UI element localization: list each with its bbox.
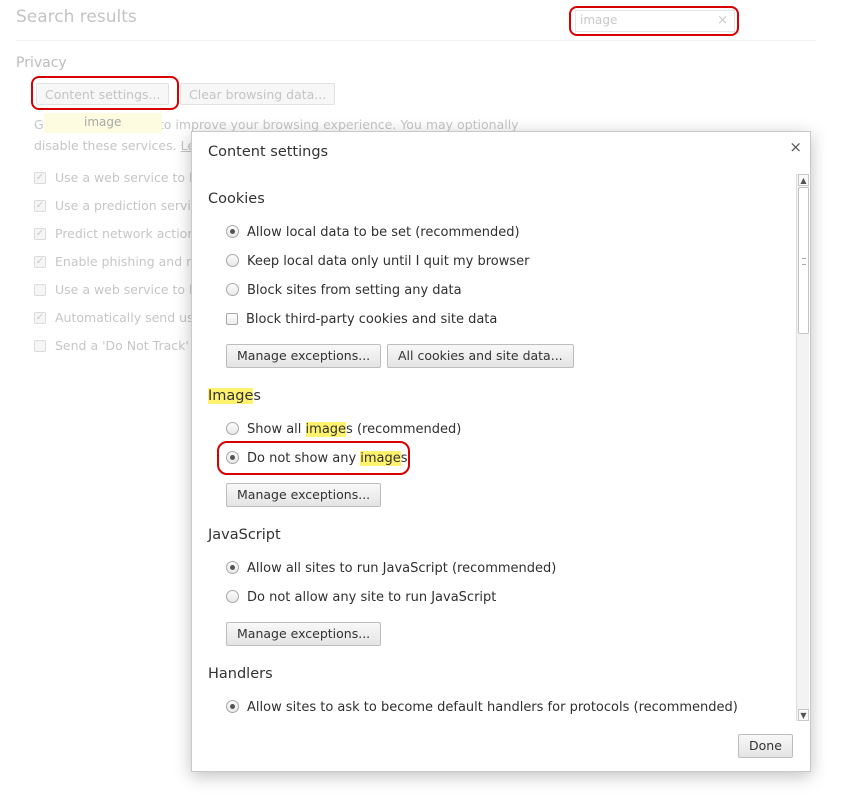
privacy-checkbox-label-7: Send a 'Do Not Track': [55, 338, 189, 353]
privacy-checkbox-6[interactable]: ✓: [34, 312, 46, 324]
privacy-checkbox-1[interactable]: ✓: [34, 172, 46, 184]
radio-icon: [226, 422, 239, 435]
cookies-session-label: Keep local data only until I quit my bro…: [247, 254, 530, 269]
javascript-heading: JavaScript: [208, 527, 281, 543]
javascript-block-label: Do not allow any site to run JavaScript: [247, 590, 497, 605]
privacy-checkbox-2[interactable]: ✓: [34, 200, 46, 212]
privacy-checkbox-label-6: Automatically send us: [55, 310, 194, 325]
radio-selected-icon: [226, 225, 239, 238]
javascript-manage-exceptions-button[interactable]: Manage exceptions...: [226, 622, 382, 646]
images-show-all-radio[interactable]: Show all images (recommended): [226, 422, 461, 440]
scroll-down-arrow-icon[interactable]: ▼: [798, 709, 809, 721]
radio-icon: [226, 254, 239, 267]
privacy-checkbox-7[interactable]: [34, 340, 46, 352]
cookies-session-radio[interactable]: Keep local data only until I quit my bro…: [226, 254, 529, 272]
privacy-checkbox-label-4: Enable phishing and m: [55, 254, 199, 269]
images-heading-rest: s: [253, 388, 261, 404]
section-heading-privacy: Privacy: [16, 55, 67, 71]
annotation-ring-do-not-show-images: [217, 441, 410, 475]
search-match-bubble: image: [44, 113, 162, 133]
dialog-scrollbar[interactable]: ▲ ▼: [796, 174, 809, 721]
images-show-all-pre: Show all: [247, 422, 306, 437]
radio-selected-icon: [226, 561, 239, 574]
clear-browsing-data-button[interactable]: Clear browsing data...: [180, 83, 336, 105]
privacy-checkbox-3[interactable]: ✓: [34, 228, 46, 240]
images-show-all-post: s (recommended): [346, 422, 462, 437]
scrollbar-thumb[interactable]: [798, 187, 809, 334]
privacy-description-text: disable these services.: [34, 138, 177, 153]
cookies-manage-exceptions-button[interactable]: Manage exceptions...: [226, 344, 382, 368]
title-divider: [16, 40, 816, 41]
done-button[interactable]: Done: [738, 734, 793, 758]
images-heading: Images: [208, 388, 261, 404]
privacy-checkbox-5[interactable]: [34, 284, 46, 296]
page-title: Search results: [16, 7, 137, 27]
cookies-block-label: Block sites from setting any data: [247, 283, 462, 298]
cookies-allow-label: Allow local data to be set (recommended): [247, 225, 520, 240]
privacy-checkbox-label-1: Use a web service to h: [55, 170, 197, 185]
radio-icon: [226, 283, 239, 296]
images-show-all-highlight: image: [305, 422, 347, 437]
close-icon[interactable]: ×: [789, 138, 802, 156]
cookies-heading: Cookies: [208, 191, 265, 207]
all-cookies-site-data-button[interactable]: All cookies and site data...: [387, 344, 574, 368]
privacy-checkbox-4[interactable]: ✓: [34, 256, 46, 268]
handlers-heading: Handlers: [208, 666, 273, 682]
images-manage-exceptions-button[interactable]: Manage exceptions...: [226, 483, 382, 507]
scroll-grip-icon: [802, 258, 806, 265]
privacy-checkbox-label-5: Use a web service to h: [55, 282, 197, 297]
checkbox-icon: [226, 313, 238, 325]
annotation-ring-content-settings: [31, 76, 179, 110]
privacy-checkbox-label-2: Use a prediction servi: [55, 198, 191, 213]
privacy-description-line2: disable these services. Le: [34, 138, 195, 153]
images-heading-highlight: Image: [208, 388, 254, 404]
javascript-allow-radio[interactable]: Allow all sites to run JavaScript (recom…: [226, 561, 556, 579]
dialog-title: Content settings: [208, 144, 329, 160]
cookies-allow-radio[interactable]: Allow local data to be set (recommended): [226, 225, 520, 243]
cookies-block-radio[interactable]: Block sites from setting any data: [226, 283, 462, 301]
privacy-checkbox-label-3: Predict network action: [55, 226, 196, 241]
radio-icon: [226, 590, 239, 603]
block-third-party-checkbox[interactable]: Block third-party cookies and site data: [226, 312, 497, 330]
block-third-party-label: Block third-party cookies and site data: [246, 312, 498, 327]
radio-selected-icon: [226, 700, 239, 713]
scroll-up-arrow-icon[interactable]: ▲: [798, 174, 809, 186]
javascript-block-radio[interactable]: Do not allow any site to run JavaScript: [226, 590, 496, 608]
handlers-allow-radio[interactable]: Allow sites to ask to become default han…: [226, 700, 738, 718]
javascript-allow-label: Allow all sites to run JavaScript (recom…: [247, 561, 557, 576]
annotation-ring-search: [569, 6, 739, 36]
handlers-allow-label: Allow sites to ask to become default han…: [247, 700, 738, 715]
